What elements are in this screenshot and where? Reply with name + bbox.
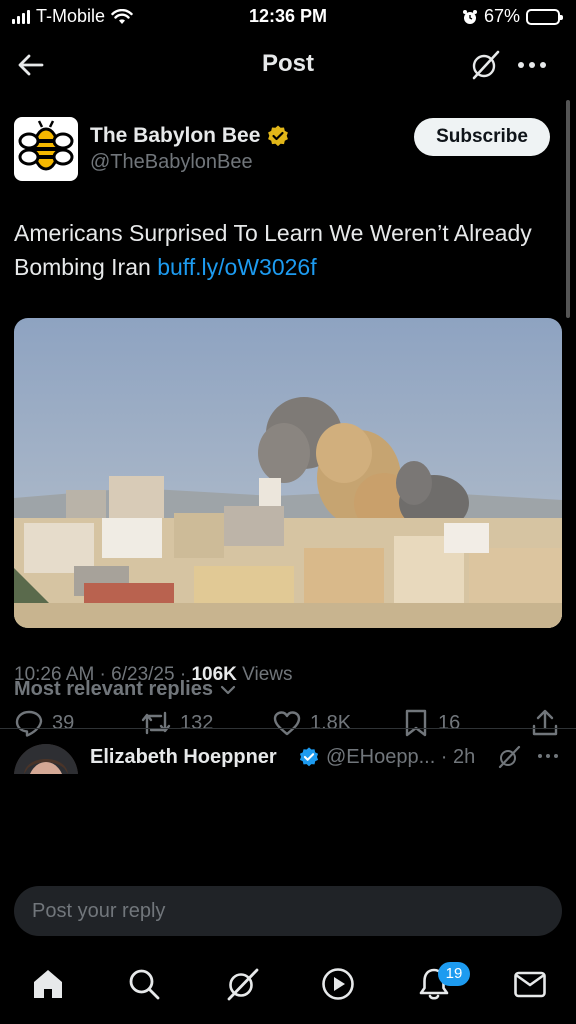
- explosion-city-photo: [14, 318, 562, 628]
- more-icon[interactable]: [512, 48, 552, 82]
- nav-header: Post: [0, 34, 576, 96]
- avatar-photo: [14, 744, 78, 774]
- chevron-down-icon: [220, 685, 236, 694]
- author-name[interactable]: The Babylon Bee: [90, 124, 260, 148]
- status-right: 67%: [462, 6, 563, 27]
- post-link[interactable]: buff.ly/oW3026f: [157, 254, 316, 280]
- grok-icon[interactable]: [496, 744, 522, 770]
- home-icon[interactable]: [30, 966, 66, 1002]
- more-icon[interactable]: [536, 744, 560, 768]
- author-handle[interactable]: @TheBabylonBee: [90, 151, 253, 174]
- verified-badge-icon: [268, 125, 288, 147]
- status-bar: T-Mobile 12:36 PM 67%: [0, 0, 576, 34]
- divider: [0, 728, 576, 729]
- post-text: Americans Surprised To Learn We Weren’t …: [14, 216, 554, 284]
- reply-input[interactable]: [14, 886, 562, 936]
- grok-icon[interactable]: [468, 48, 502, 82]
- scrollbar[interactable]: [566, 100, 570, 318]
- bee-logo-icon: [18, 120, 74, 171]
- babylon-bee-avatar[interactable]: [14, 117, 78, 181]
- alarm-icon: [462, 9, 477, 24]
- replies-sort-label: Most relevant replies: [14, 678, 213, 700]
- notifications-badge: 19: [438, 962, 470, 986]
- grok-icon[interactable]: [224, 966, 260, 1002]
- reply-item[interactable]: Elizabeth Hoeppner @EHoepp... · 2h: [0, 730, 576, 774]
- tab-bar: [0, 954, 576, 1024]
- video-icon[interactable]: [320, 966, 356, 1002]
- reply-avatar[interactable]: [14, 744, 78, 774]
- reply-composer: [0, 774, 576, 954]
- battery-percent: 67%: [483, 6, 520, 26]
- messages-icon[interactable]: [512, 966, 548, 1002]
- verified-badge-icon: [299, 747, 319, 767]
- reply-author-name[interactable]: Elizabeth Hoeppner: [90, 746, 277, 769]
- battery-icon: [526, 8, 563, 25]
- subscribe-button[interactable]: Subscribe: [414, 118, 550, 156]
- views-label: Views: [242, 664, 293, 685]
- replies-sort-dropdown[interactable]: Most relevant replies: [14, 678, 237, 701]
- reply-handle-time: @EHoepp... · 2h: [326, 746, 476, 768]
- post-image[interactable]: [14, 318, 562, 628]
- search-icon[interactable]: [126, 966, 162, 1002]
